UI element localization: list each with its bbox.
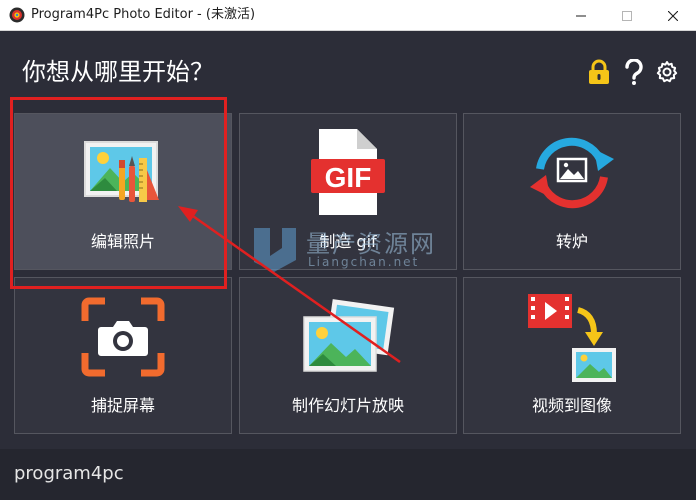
app-logo-icon [9, 7, 25, 23]
tile-label: 捕捉屏幕 [90, 396, 155, 415]
edit-photo-icon [84, 140, 159, 202]
tile-label: 编辑照片 [90, 232, 155, 251]
tile-video-to-image[interactable]: 视频到图像 [463, 277, 681, 434]
video-to-image-icon [528, 293, 616, 382]
gif-file-icon: GIF [311, 128, 385, 215]
tile-edit-photo[interactable]: 编辑照片 [14, 113, 232, 270]
tile-convert[interactable]: 转炉 [463, 113, 681, 270]
camera-capture-icon [81, 297, 165, 376]
brand-logo: program4pc [14, 463, 124, 484]
tile-slideshow[interactable]: 制作幻灯片放映 [239, 277, 457, 434]
tile-label: 视频到图像 [531, 396, 612, 415]
minimize-button[interactable] [558, 0, 604, 31]
tile-label: 制造 gif [319, 232, 377, 251]
maximize-icon [622, 10, 632, 21]
gear-icon [656, 61, 678, 83]
settings-button[interactable] [654, 59, 680, 85]
tile-capture-screen[interactable]: 捕捉屏幕 [14, 277, 232, 434]
page-title: 你想从哪里开始？ [22, 58, 214, 86]
tile-make-gif[interactable]: GIF 制造 gif [239, 113, 457, 270]
close-button[interactable] [650, 0, 696, 31]
help-icon [625, 59, 643, 85]
lock-button[interactable] [586, 59, 612, 85]
footer: program4pc [0, 449, 696, 500]
title-bar: Program4Pc Photo Editor - (未激活) [0, 0, 696, 31]
convert-icon [530, 137, 614, 208]
help-button[interactable] [621, 59, 647, 85]
gif-text: GIF [325, 162, 372, 193]
start-screen: 你想从哪里开始？ 编辑照片 GIF 制造 gif 转炉 捕捉屏幕 制作幻灯片放映… [0, 31, 696, 500]
lock-icon [589, 59, 609, 84]
close-icon [668, 10, 678, 21]
tile-label: 制作幻灯片放映 [291, 396, 404, 415]
minimize-icon [576, 15, 586, 16]
slideshow-icon [303, 298, 395, 372]
tile-label: 转炉 [555, 232, 588, 251]
maximize-button[interactable] [604, 0, 650, 31]
window-title: Program4Pc Photo Editor - (未激活) [31, 7, 256, 22]
